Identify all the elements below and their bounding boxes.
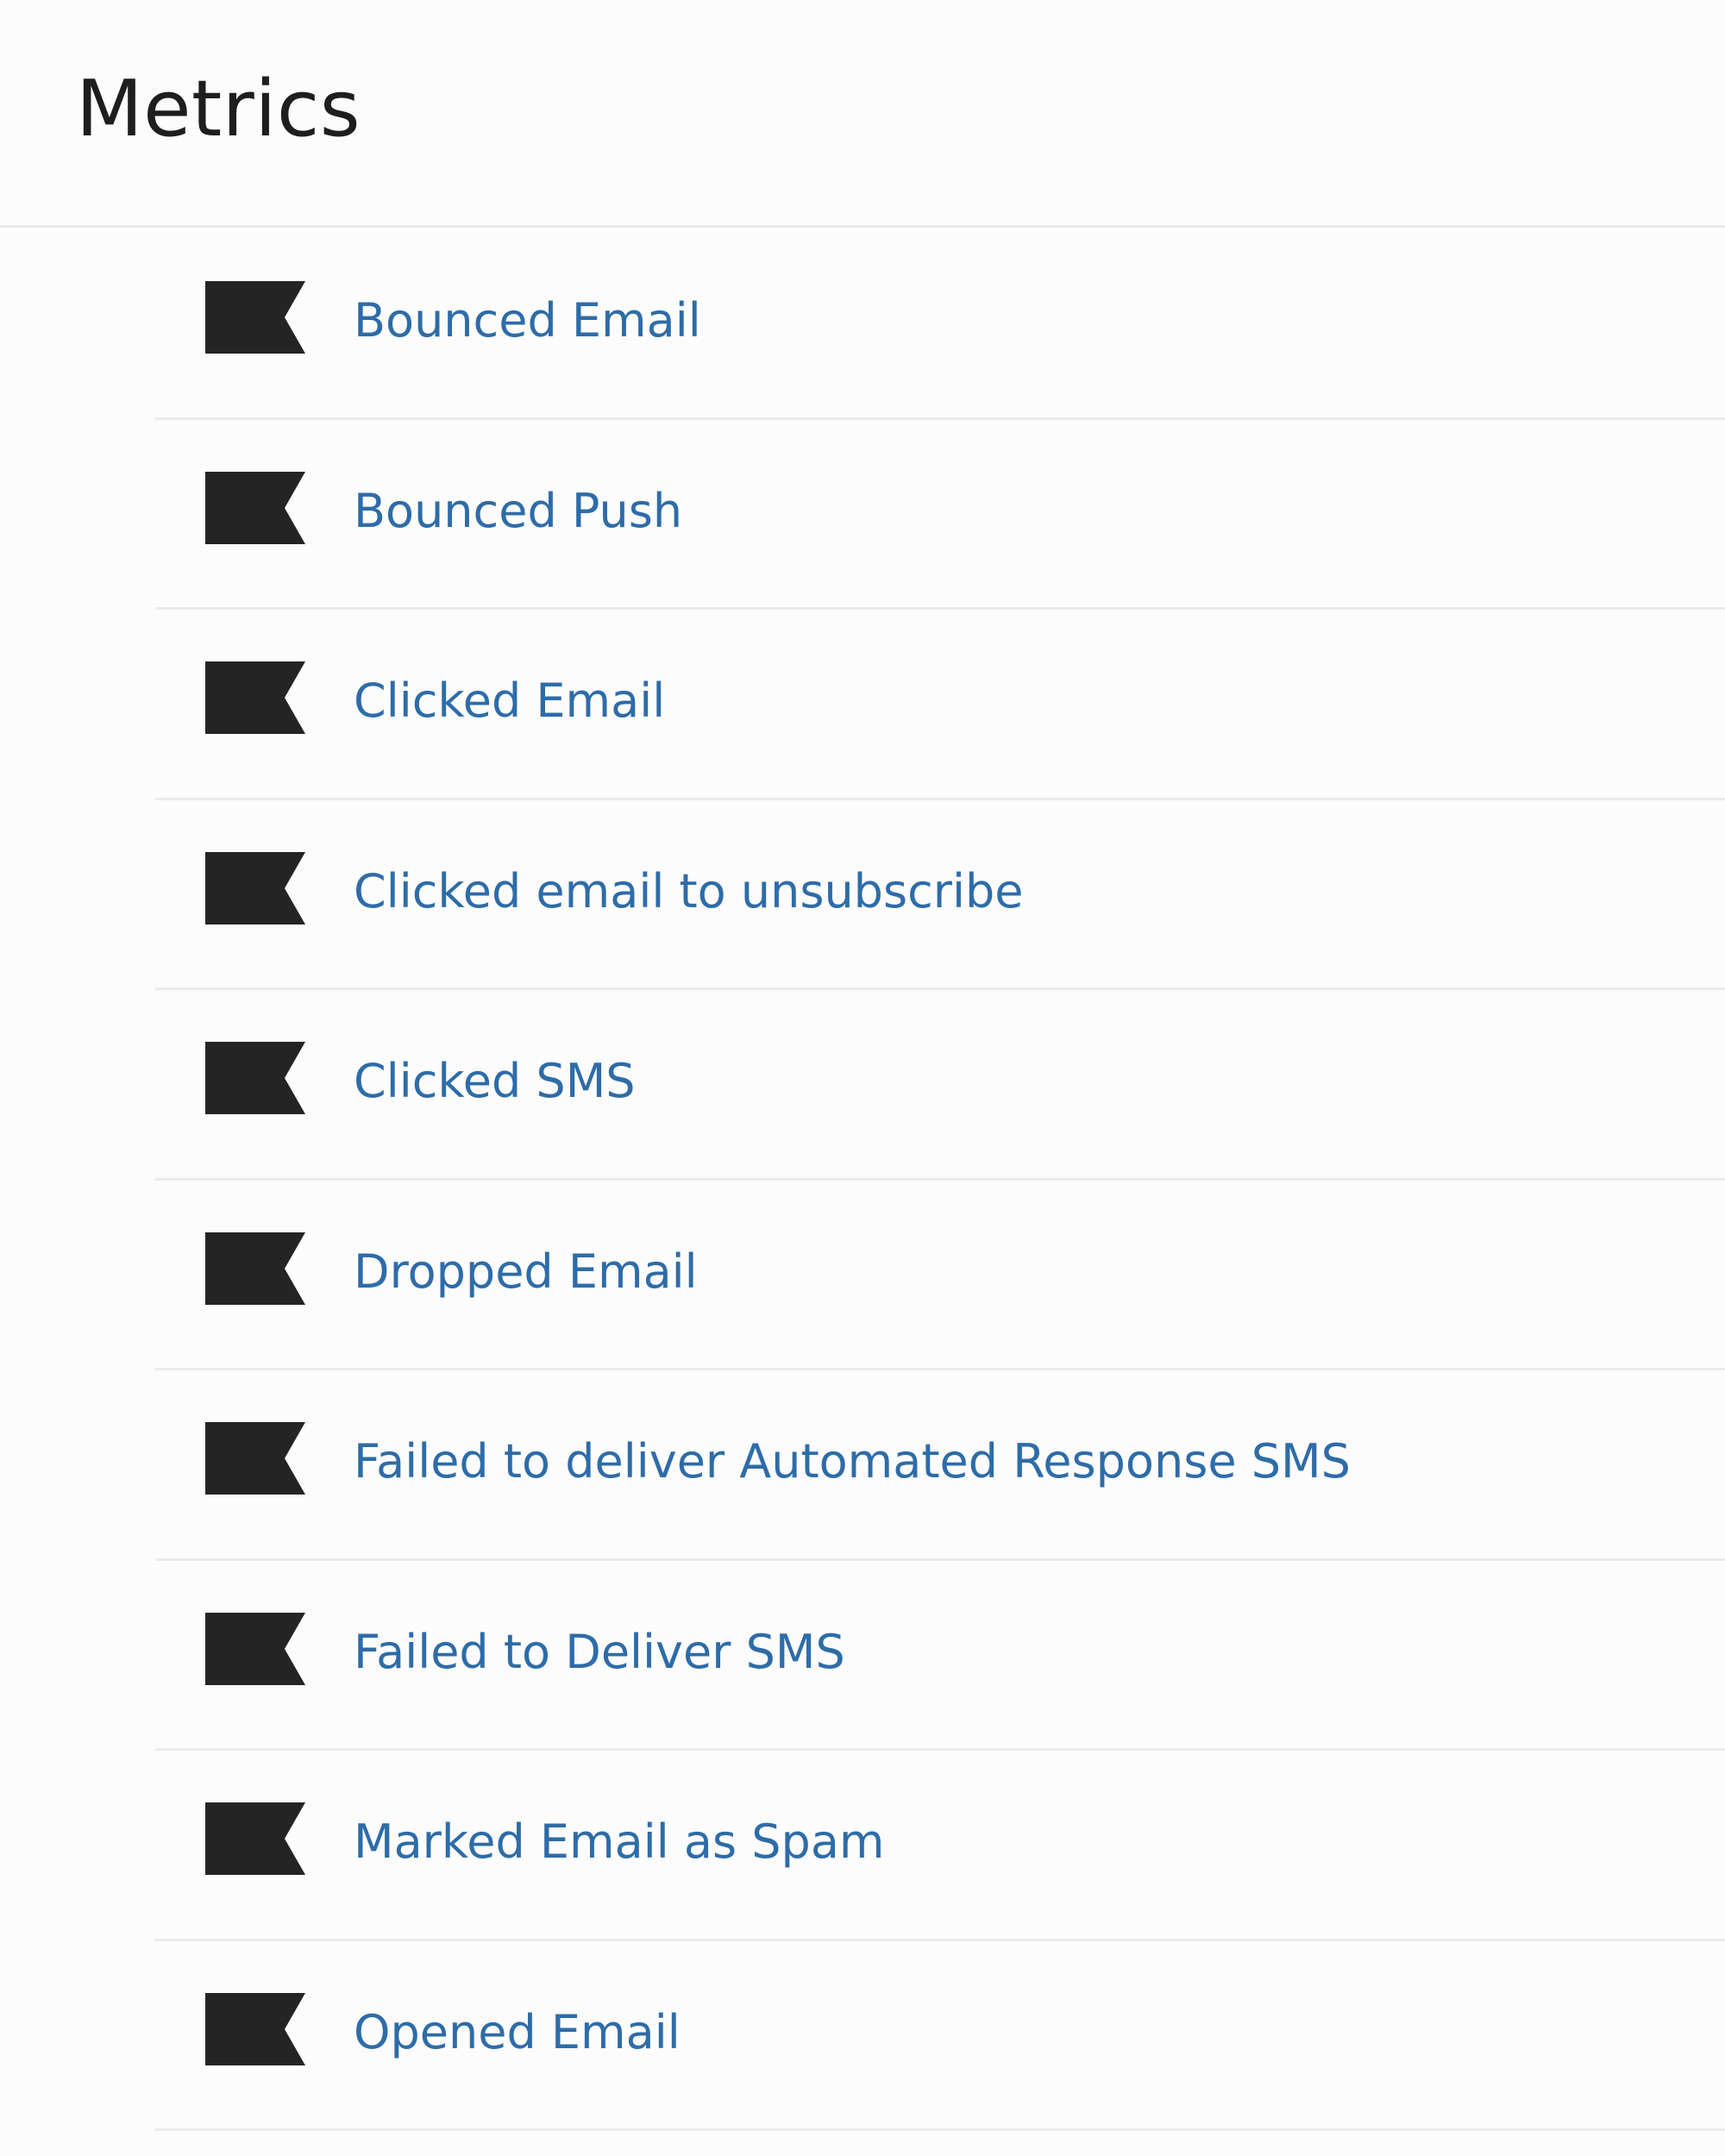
list-item[interactable]: Marked Email as Spam: [155, 1751, 1725, 1941]
flag-icon: [205, 851, 305, 924]
list-item[interactable]: Failed to Deliver SMS: [155, 1561, 1725, 1751]
page-title: Metrics: [76, 64, 361, 154]
list-item[interactable]: Opened Email: [155, 1941, 1725, 2131]
flag-icon: [205, 1612, 305, 1685]
flag-icon: [205, 281, 305, 354]
list-item[interactable]: Bounced Push: [155, 420, 1725, 610]
metric-link[interactable]: Dropped Email: [354, 1243, 698, 1301]
metric-link[interactable]: Clicked Email: [354, 672, 665, 730]
flag-icon: [205, 661, 305, 734]
metric-link[interactable]: Bounced Push: [354, 482, 682, 541]
metric-link[interactable]: Clicked SMS: [354, 1052, 636, 1111]
list-item[interactable]: Clicked Email: [155, 610, 1725, 800]
metric-link[interactable]: Clicked email to unsubscribe: [354, 862, 1024, 921]
metrics-list: Bounced Email Bounced Push Clicked Email…: [155, 229, 1725, 2131]
list-item[interactable]: Dropped Email: [155, 1181, 1725, 1370]
flag-icon: [205, 1422, 305, 1495]
metric-link[interactable]: Failed to deliver Automated Response SMS: [354, 1432, 1351, 1491]
metric-link[interactable]: Failed to Deliver SMS: [354, 1623, 845, 1682]
page-header: Metrics: [0, 0, 1725, 228]
metric-link[interactable]: Marked Email as Spam: [354, 1813, 885, 1871]
list-item[interactable]: Failed to deliver Automated Response SMS: [155, 1370, 1725, 1561]
flag-icon: [205, 1802, 305, 1875]
flag-icon: [205, 1992, 305, 2065]
metric-link[interactable]: Bounced Email: [354, 291, 701, 350]
list-item[interactable]: Clicked SMS: [155, 990, 1725, 1181]
metric-link[interactable]: Opened Email: [354, 2003, 681, 2062]
flag-icon: [205, 1232, 305, 1305]
flag-icon: [205, 471, 305, 544]
list-item[interactable]: Clicked email to unsubscribe: [155, 800, 1725, 990]
flag-icon: [205, 1042, 305, 1114]
list-item[interactable]: Bounced Email: [155, 229, 1725, 420]
